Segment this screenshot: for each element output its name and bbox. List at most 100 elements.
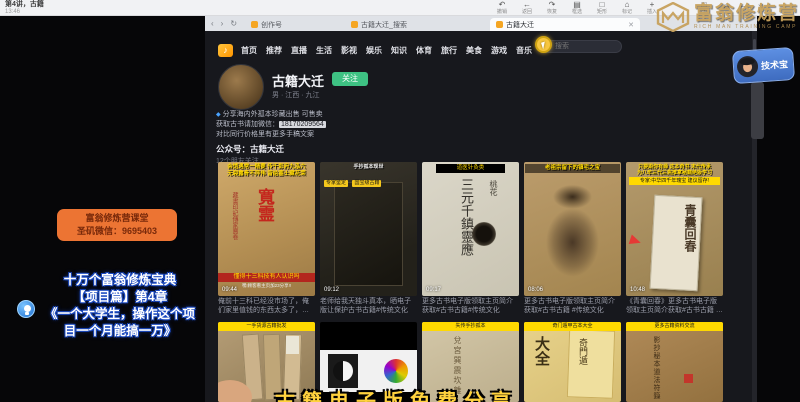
yellow-banner: 专家:中华四千年瑰宝 建议留存!: [629, 177, 720, 185]
book-title: 青囊回春: [682, 204, 699, 252]
video-card[interactable]: 只要跟你有缘 这本奇书 末代传承 为八年三代三焦推拿秘籍绝版学习 专家:中华四千…: [626, 162, 723, 296]
thumbnail-art: [626, 322, 723, 402]
overlay-text: 无裂露骨不异伟 留给塞士藏花荣: [219, 171, 314, 178]
tab-profile-active[interactable]: 古籍大迁 ✕: [490, 18, 640, 31]
video-card[interactable]: 影抄秘本道法符籙 更多古籍资料交流: [626, 322, 723, 402]
taiji-diagram-dark: [328, 354, 358, 388]
badge-wechat: 圣矶微信：9695403: [57, 225, 177, 238]
douyin-logo-icon[interactable]: ♪: [218, 44, 233, 57]
black-banner: 道医针灸类: [436, 164, 505, 173]
calligraphy-text: 桃花: [488, 180, 499, 196]
calligraphy-text: 三元千鎮靈應: [456, 178, 475, 256]
tab-close-icon[interactable]: ✕: [628, 21, 634, 29]
nav-item-recommend[interactable]: 推荐: [266, 45, 282, 56]
calligraphy-text: 影抄秘本道法符籙: [652, 336, 662, 400]
cursor-icon: [541, 42, 547, 50]
label-chip: 国宝级古籍: [352, 180, 381, 187]
video-caption[interactable]: 更多古书电子版领取主页简介获取#古书古籍 #传统文化: [524, 297, 621, 315]
video-caption[interactable]: 老师给我天独斗真本，晒电子版让保护古书古籍#传统文化: [320, 297, 417, 315]
bio-line: 获取古书请加微信：18170209564: [216, 120, 441, 130]
nav-item-sports[interactable]: 体育: [416, 45, 432, 56]
video-card[interactable]: 道医针灸类 三元千鎮靈應 桃花 09:17: [422, 162, 519, 296]
nav-item-games[interactable]: 游戏: [491, 45, 507, 56]
recording-title: 第4讲，古籍: [5, 1, 44, 9]
tab-favicon: [351, 21, 358, 28]
nav-item-movies[interactable]: 影视: [341, 45, 357, 56]
watermark-logo: 富翁修炼营 RICH MAN TRAINING CAMP: [656, 2, 799, 32]
video-duration: 09:17: [426, 287, 441, 293]
lesson-title: 十万个富翁修炼宝典 【项目篇】第4章 《一个大学生，操作这个项 目一个月能搞一万…: [34, 272, 206, 340]
tab-creator[interactable]: 创作号: [245, 18, 345, 31]
bio-line: 对比同行价格里有更多手稿文案: [216, 130, 441, 140]
browser-forward-button[interactable]: ›: [221, 20, 224, 28]
undo-icon: ↶: [492, 1, 512, 9]
mark-tool-button[interactable]: ⌂ 标记: [617, 1, 637, 15]
video-caption[interactable]: 《青囊回春》更多古书电子版领取主页简介获取#古书古籍 #传统文化: [626, 297, 723, 315]
rectangle-icon: □: [592, 1, 612, 9]
watermark-brand-text: 富翁修炼营: [694, 4, 799, 24]
screen: 第4讲，古籍 13:46 ↶ 撤销 ← 返回 ↷ 恢复 ▤ 框选 □ 矩形: [0, 0, 800, 402]
official-account-label: 公众号：古籍大迁: [216, 143, 284, 155]
label-chip: 专家鉴定: [324, 180, 348, 187]
nav-item-music[interactable]: 音乐: [516, 45, 532, 56]
back-button[interactable]: ← 返回: [517, 1, 537, 15]
cover-title: 大全: [532, 336, 553, 366]
browser-window: ‹ › ↻ 创作号 古籍大迁_搜索 古籍大迁 ✕ ♪ 首页 推荐: [205, 16, 757, 402]
recording-time: 13:46: [5, 9, 44, 16]
course-wechat-badge: 富翁修炼营课堂 圣矶微信：9695403: [57, 209, 177, 241]
overlay-text: 手抄孤本现世: [321, 164, 416, 171]
nav-item-travel[interactable]: 旅行: [441, 45, 457, 56]
bulb-icon: [17, 300, 35, 318]
redo-button[interactable]: ↷ 恢复: [542, 1, 562, 15]
overlay-text: 为八年三代三焦推拿秘籍绝版学习: [627, 170, 722, 177]
frame-select-icon: ▤: [567, 1, 587, 9]
profile-name: 古籍大迁: [272, 71, 324, 90]
browser-refresh-button[interactable]: ↻: [230, 20, 237, 28]
video-card[interactable]: 大全 奇門遁 奇门遁甲古本大全: [524, 322, 621, 402]
click-highlight-marker: [535, 36, 552, 53]
wechat-number: 18170209564: [279, 121, 326, 128]
douyin-page: ♪ 首页 推荐 直播 生活 影视 娱乐 知识 体育 旅行 美食 游戏 音乐 古籍…: [205, 31, 757, 402]
rectangle-tool-button[interactable]: □ 矩形: [592, 1, 612, 15]
follow-button[interactable]: 关注: [332, 72, 368, 86]
frame-select-button[interactable]: ▤ 框选: [567, 1, 587, 15]
browser-back-button[interactable]: ‹: [211, 20, 214, 28]
video-card[interactable]: 老祖宗留下的镇宅之宝 08:06: [524, 162, 621, 296]
profile-bio: ◆分享海内外孤本珍藏出售 可售卖 获取古书请加微信：18170209564 对比…: [216, 110, 441, 140]
profile-meta: 男 · 江西 · 九江: [272, 90, 319, 100]
red-seal: [684, 374, 693, 383]
profile-avatar[interactable]: [218, 64, 264, 110]
nav-item-home[interactable]: 首页: [241, 45, 257, 56]
overlay-text: 老祖宗留下的镇宅之宝: [525, 164, 620, 173]
diamond-icon: ◆: [216, 112, 221, 118]
tab-search-result[interactable]: 古籍大迁_搜索: [345, 18, 490, 31]
nav-item-live[interactable]: 直播: [291, 45, 307, 56]
taiji-diagram-color: [384, 359, 408, 383]
book-cover: [334, 182, 403, 286]
video-duration: 10:48: [630, 287, 645, 293]
assistant-badge-stand: [751, 82, 764, 139]
video-caption[interactable]: 更多古书电子版领取主页简介获取#古书古籍#传统文化: [422, 297, 519, 315]
assistant-badge[interactable]: 技术宝: [732, 47, 795, 84]
badge-title: 富翁修炼营课堂: [57, 212, 177, 225]
annotation-tools: ↶ 撤销 ← 返回 ↷ 恢复 ▤ 框选 □ 矩形 ⌂ 标记: [492, 1, 662, 15]
ink-blot: [472, 222, 496, 246]
tab-favicon: [251, 21, 258, 28]
nav-item-fun[interactable]: 娱乐: [366, 45, 382, 56]
yellow-banner: 一手货源古籍批发: [218, 322, 315, 331]
calligraphy-text: 藏書印記傳家寶卷: [230, 192, 239, 240]
category-nav: 首页 推荐 直播 生活 影视 娱乐 知识 体育 旅行 美食 游戏 音乐: [241, 45, 532, 56]
calligraphy-text: 寬霊: [252, 188, 277, 222]
video-card[interactable]: 手抄孤本现世 专家鉴定 国宝级古籍 09:12: [320, 162, 417, 296]
assistant-avatar: [736, 55, 758, 77]
yellow-banner: 更多古籍资料交流: [626, 322, 723, 331]
redo-icon: ↷: [542, 1, 562, 9]
nav-item-food[interactable]: 美食: [466, 45, 482, 56]
video-subtitle-overlay: 古籍电子版免费分享: [275, 385, 518, 402]
undo-button[interactable]: ↶ 撤销: [492, 1, 512, 15]
video-card[interactable]: 会馆遇常一精要 传千彭府九泓六 无裂露骨不异伟 留给塞士藏花荣 寬霊 藏書印記傳…: [218, 162, 315, 296]
nav-item-knowledge[interactable]: 知识: [391, 45, 407, 56]
nav-item-life[interactable]: 生活: [316, 45, 332, 56]
video-caption[interactable]: 俺前十三科已经没市场了，俺们家里值钱的东西太多了，懂…: [218, 297, 315, 315]
brand-cube-icon: [656, 2, 690, 32]
